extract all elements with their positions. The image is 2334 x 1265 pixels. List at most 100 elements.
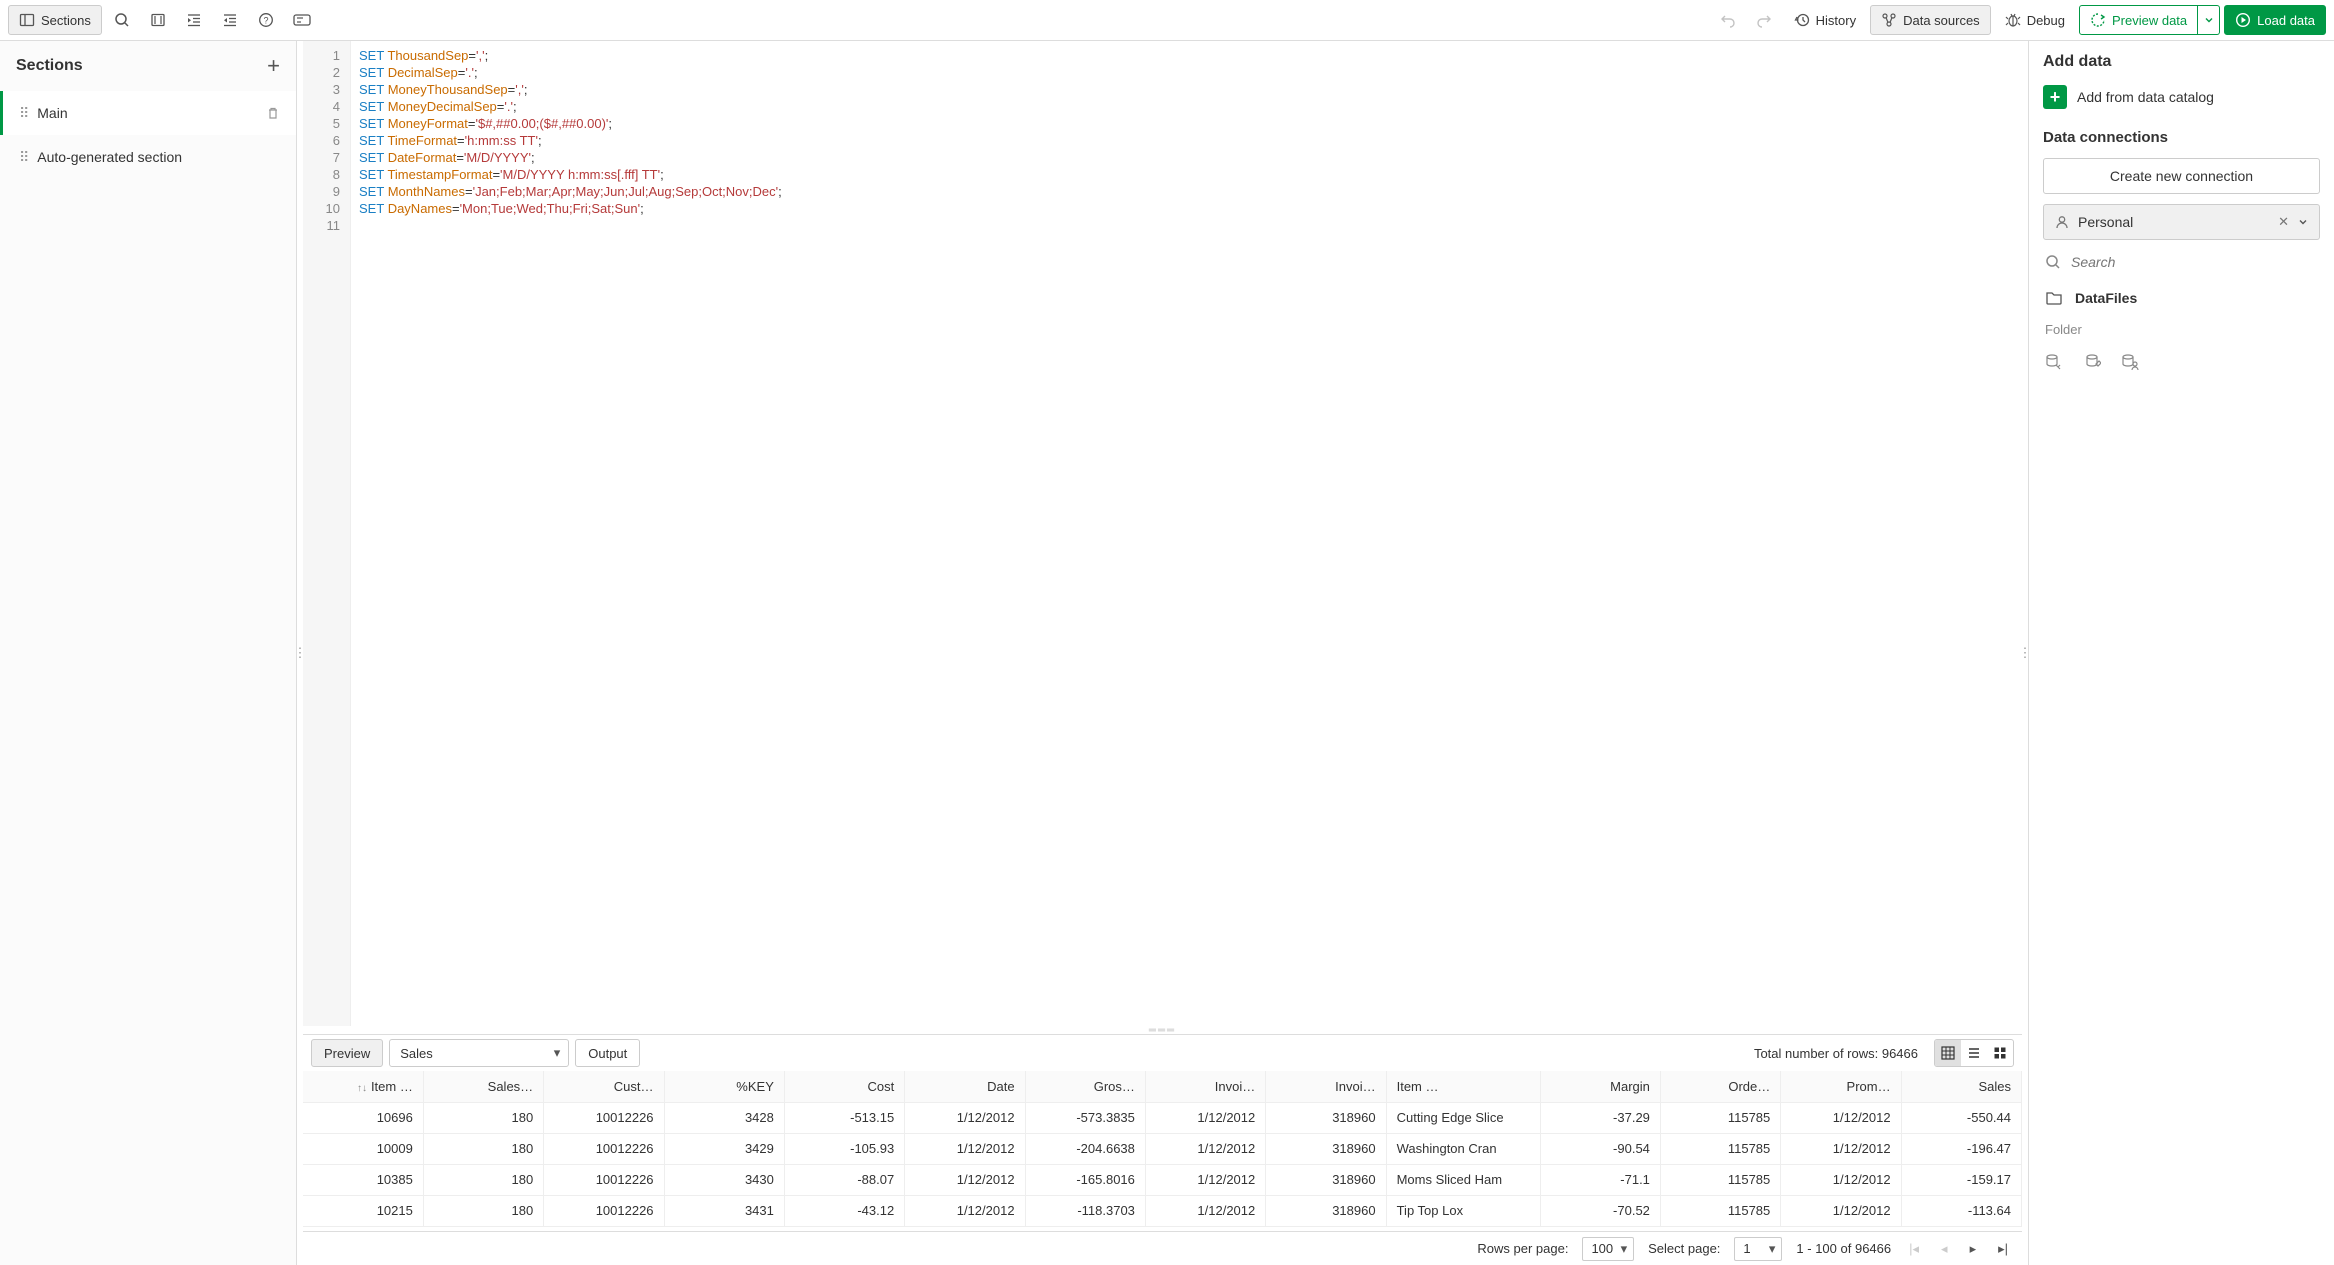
outdent-icon [222,12,238,28]
column-header[interactable]: %KEY [664,1071,784,1102]
debug-button[interactable]: Debug [1995,5,2075,35]
variables-icon [293,13,311,27]
play-circle-icon [2235,12,2251,28]
table-row[interactable]: 10215180100122263431-43.121/12/2012-118.… [303,1195,2022,1226]
column-header[interactable]: Margin [1540,1071,1660,1102]
outdent-button[interactable] [214,5,246,35]
search-icon [114,12,130,28]
pager: Rows per page: 100 Select page: 1 1 - 10… [303,1231,2022,1265]
add-section-button[interactable]: + [267,53,280,79]
page-prev-button[interactable]: ◂ [1937,1241,1952,1257]
column-header[interactable]: ↑↓Item … [303,1071,423,1102]
add-from-catalog-button[interactable]: + Add from data catalog [2043,85,2320,109]
column-header[interactable]: Cost [784,1071,904,1102]
delete-section-button[interactable] [266,106,280,120]
comment-toggle-button[interactable] [142,5,174,35]
help-button[interactable]: ? [250,5,282,35]
undo-button[interactable] [1712,5,1744,35]
list-icon [1967,1046,1981,1060]
column-header[interactable]: Date [905,1071,1025,1102]
column-header[interactable]: Sales [1901,1071,2021,1102]
section-item-0[interactable]: ⠿ Main [0,91,296,135]
preview-data-button[interactable]: Preview data [2079,5,2198,35]
rows-per-page-select[interactable]: 100 [1582,1237,1634,1261]
table-row[interactable]: 10696180100122263428-513.151/12/2012-573… [303,1102,2022,1133]
preview-grid[interactable]: ↑↓Item …Sales…Cust…%KEYCostDateGros…Invo… [303,1071,2022,1231]
drag-handle-icon[interactable]: ⠿ [19,154,27,161]
page-first-button[interactable]: |◂ [1905,1241,1923,1257]
trash-icon [266,106,280,120]
preview-tab[interactable]: Preview [311,1039,383,1067]
table-select[interactable]: Sales [389,1039,569,1067]
datafiles-folder[interactable]: DataFiles [2043,284,2320,312]
comment-icon [150,12,166,28]
indent-icon [186,12,202,28]
sections-panel: Sections + ⠿ Main ⠿ Auto-generated secti… [0,41,297,1265]
db-script-icon [2083,353,2101,371]
output-tab[interactable]: Output [575,1039,640,1067]
folder-type-label: Folder [2043,322,2320,337]
plus-square-icon: + [2043,85,2067,109]
column-header[interactable]: Cust… [544,1071,664,1102]
column-header[interactable]: Gros… [1025,1071,1145,1102]
datafiles-label: DataFiles [2075,290,2137,306]
column-header[interactable]: Item … [1386,1071,1540,1102]
space-label: Personal [2078,214,2270,230]
view-toggle [1934,1039,2014,1067]
column-header[interactable]: Orde… [1660,1071,1780,1102]
code-editor[interactable]: 1234567891011 SET ThousandSep=',';SET De… [303,41,2022,1026]
data-connections-title: Data connections [2043,129,2320,146]
column-header[interactable]: Invoi… [1266,1071,1386,1102]
select-data-button[interactable] [2045,353,2063,371]
db-person-icon [2121,353,2139,371]
section-item-1[interactable]: ⠿ Auto-generated section [0,135,296,179]
code-content[interactable]: SET ThousandSep=',';SET DecimalSep='.';S… [351,41,2022,1026]
create-connection-button[interactable]: Create new connection [2043,158,2320,194]
line-gutter: 1234567891011 [303,41,351,1026]
select-page-label: Select page: [1648,1241,1720,1256]
datasources-button[interactable]: Data sources [1870,5,1991,35]
variables-button[interactable] [286,5,318,35]
preview-data-label: Preview data [2112,13,2187,28]
search-button[interactable] [106,5,138,35]
add-data-panel: Add data + Add from data catalog Data co… [2028,41,2334,1265]
column-header[interactable]: Prom… [1781,1071,1901,1102]
page-next-button[interactable]: ▸ [1966,1241,1981,1257]
view-table-button[interactable] [1935,1040,1961,1066]
connection-search[interactable] [2043,250,2320,274]
bottom-resize-handle[interactable]: ═══ [303,1026,2022,1034]
load-data-label: Load data [2257,13,2315,28]
add-catalog-label: Add from data catalog [2077,89,2214,105]
space-selector[interactable]: Personal ✕ [2043,204,2320,240]
load-data-button[interactable]: Load data [2224,5,2326,35]
select-page-select[interactable]: 1 [1734,1237,1782,1261]
grid-icon [1993,1046,2007,1060]
table-row[interactable]: 10385180100122263430-88.071/12/2012-165.… [303,1164,2022,1195]
table-row[interactable]: 10009180100122263429-105.931/12/2012-204… [303,1133,2022,1164]
chevron-down-icon [2297,216,2309,228]
rows-per-page-label: Rows per page: [1477,1241,1568,1256]
clear-space-button[interactable]: ✕ [2278,214,2289,230]
qvd-button[interactable] [2121,353,2139,371]
history-icon [1794,12,1810,28]
help-icon: ? [258,12,274,28]
view-grid-button[interactable] [1987,1040,2013,1066]
history-button[interactable]: History [1784,5,1866,35]
sections-toggle-button[interactable]: Sections [8,5,102,35]
column-header[interactable]: Sales… [423,1071,543,1102]
undo-icon [1720,12,1736,28]
table-icon [1941,1046,1955,1060]
preview-data-dropdown[interactable] [2198,5,2220,35]
page-last-button[interactable]: ▸| [1994,1241,2012,1257]
redo-icon [1756,12,1772,28]
total-rows-label: Total number of rows: 96466 [1754,1046,1918,1061]
column-header[interactable]: Invoi… [1145,1071,1265,1102]
view-list-button[interactable] [1961,1040,1987,1066]
insert-script-button[interactable] [2083,353,2101,371]
drag-handle-icon[interactable]: ⠿ [19,110,27,117]
indent-button[interactable] [178,5,210,35]
redo-button[interactable] [1748,5,1780,35]
connection-search-input[interactable] [2071,254,2318,270]
add-data-title: Add data [2043,53,2320,71]
search-icon [2045,254,2061,270]
